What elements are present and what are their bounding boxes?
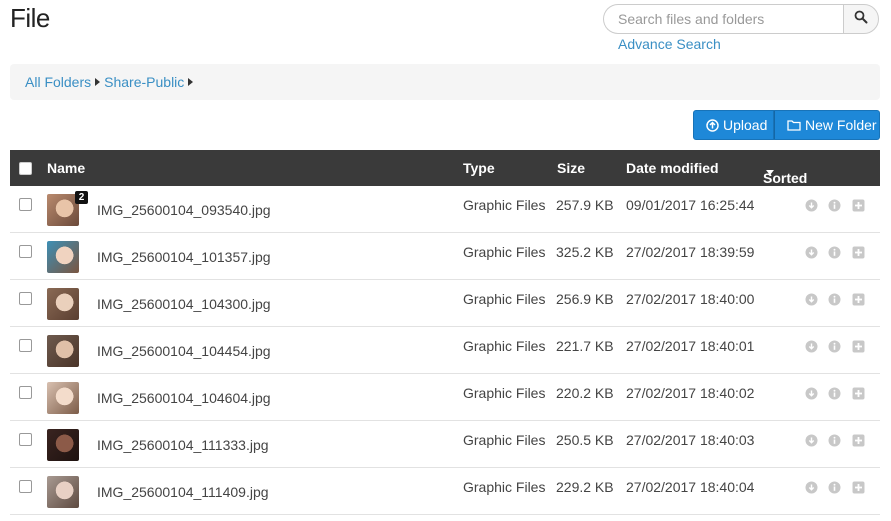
add-icon[interactable] xyxy=(851,198,865,212)
breadcrumb-all-folders[interactable]: All Folders xyxy=(25,74,91,90)
info-icon[interactable] xyxy=(827,386,841,400)
file-type: Graphic Files xyxy=(463,432,546,448)
upload-label: Upload xyxy=(723,117,768,133)
file-size: 257.9 KB xyxy=(556,197,614,213)
file-name[interactable]: IMG_25600104_111409.jpg xyxy=(97,484,269,500)
file-size: 256.9 KB xyxy=(556,291,614,307)
add-icon[interactable] xyxy=(851,292,865,306)
file-date: 09/01/2017 16:25:44 xyxy=(626,197,755,213)
download-icon[interactable] xyxy=(804,433,818,447)
info-icon[interactable] xyxy=(827,433,841,447)
row-checkbox[interactable] xyxy=(19,245,32,258)
column-header-date[interactable]: Date modified xyxy=(626,160,719,176)
info-icon[interactable] xyxy=(827,480,841,494)
file-type: Graphic Files xyxy=(463,385,546,401)
table-row[interactable]: IMG_25600104_101357.jpg Graphic Files 32… xyxy=(10,233,880,280)
file-thumbnail[interactable] xyxy=(47,476,79,508)
version-badge: 2 xyxy=(75,191,88,204)
file-type: Graphic Files xyxy=(463,197,546,213)
column-header-size[interactable]: Size xyxy=(557,160,585,176)
file-name[interactable]: IMG_25600104_104604.jpg xyxy=(97,390,271,406)
upload-button[interactable]: Upload xyxy=(693,110,774,140)
folder-icon xyxy=(787,119,801,131)
breadcrumb-separator-icon xyxy=(95,78,101,86)
info-icon[interactable] xyxy=(827,198,841,212)
add-icon[interactable] xyxy=(851,386,865,400)
column-header-name[interactable]: Name xyxy=(47,160,85,176)
advance-search-link[interactable]: Advance Search xyxy=(618,36,721,52)
file-size: 250.5 KB xyxy=(556,432,614,448)
file-date: 27/02/2017 18:40:03 xyxy=(626,432,755,448)
file-date: 27/02/2017 18:40:00 xyxy=(626,291,755,307)
file-type: Graphic Files xyxy=(463,479,546,495)
download-icon[interactable] xyxy=(804,386,818,400)
table-row[interactable]: IMG_25600104_111409.jpg Graphic Files 22… xyxy=(10,468,880,515)
select-all-checkbox[interactable] xyxy=(19,162,32,175)
file-size: 325.2 KB xyxy=(556,244,614,260)
file-name[interactable]: IMG_25600104_104300.jpg xyxy=(97,296,271,312)
table-row[interactable]: IMG_25600104_104300.jpg Graphic Files 25… xyxy=(10,280,880,327)
table-row[interactable]: IMG_25600104_104604.jpg Graphic Files 22… xyxy=(10,374,880,421)
download-icon[interactable] xyxy=(804,339,818,353)
file-date: 27/02/2017 18:39:59 xyxy=(626,244,755,260)
file-date: 27/02/2017 18:40:01 xyxy=(626,338,755,354)
table-body: 2 IMG_25600104_093540.jpg Graphic Files … xyxy=(10,186,880,515)
file-date: 27/02/2017 18:40:04 xyxy=(626,479,755,495)
search-input[interactable] xyxy=(603,4,843,34)
download-icon[interactable] xyxy=(804,480,818,494)
file-thumbnail[interactable] xyxy=(47,429,79,461)
file-date: 27/02/2017 18:40:02 xyxy=(626,385,755,401)
file-thumbnail[interactable] xyxy=(47,288,79,320)
toolbar: Upload New Folder xyxy=(693,110,880,140)
row-checkbox[interactable] xyxy=(19,292,32,305)
new-folder-label: New Folder xyxy=(805,117,877,133)
download-icon[interactable] xyxy=(804,198,818,212)
file-type: Graphic Files xyxy=(463,244,546,260)
row-checkbox[interactable] xyxy=(19,433,32,446)
row-checkbox[interactable] xyxy=(19,480,32,493)
download-icon[interactable] xyxy=(804,292,818,306)
row-checkbox[interactable] xyxy=(19,386,32,399)
info-icon[interactable] xyxy=(827,245,841,259)
file-size: 220.2 KB xyxy=(556,385,614,401)
row-checkbox[interactable] xyxy=(19,339,32,352)
file-name[interactable]: IMG_25600104_093540.jpg xyxy=(97,202,271,218)
search-bar xyxy=(603,4,879,34)
new-folder-button[interactable]: New Folder xyxy=(774,110,880,140)
info-icon[interactable] xyxy=(827,339,841,353)
page-title: File xyxy=(10,3,50,33)
search-button[interactable] xyxy=(843,4,879,34)
file-type: Graphic Files xyxy=(463,338,546,354)
breadcrumb: All Folders Share-Public xyxy=(10,64,880,100)
file-thumbnail[interactable] xyxy=(47,241,79,273)
add-icon[interactable] xyxy=(851,433,865,447)
add-icon[interactable] xyxy=(851,339,865,353)
file-size: 221.7 KB xyxy=(556,338,614,354)
file-table: Name Type Size Date modified Sorted by N… xyxy=(10,150,880,515)
table-row[interactable]: IMG_25600104_111333.jpg Graphic Files 25… xyxy=(10,421,880,468)
search-icon xyxy=(854,10,868,29)
sort-caret-icon xyxy=(766,170,774,175)
file-thumbnail[interactable] xyxy=(47,382,79,414)
table-row[interactable]: 2 IMG_25600104_093540.jpg Graphic Files … xyxy=(10,186,880,233)
add-icon[interactable] xyxy=(851,245,865,259)
file-name[interactable]: IMG_25600104_111333.jpg xyxy=(97,437,269,453)
add-icon[interactable] xyxy=(851,480,865,494)
file-type: Graphic Files xyxy=(463,291,546,307)
file-thumbnail[interactable] xyxy=(47,335,79,367)
breadcrumb-separator-icon xyxy=(188,78,194,86)
info-icon[interactable] xyxy=(827,292,841,306)
breadcrumb-share-public[interactable]: Share-Public xyxy=(104,74,184,90)
row-checkbox[interactable] xyxy=(19,198,32,211)
table-header: Name Type Size Date modified Sorted by N… xyxy=(10,150,880,218)
download-icon[interactable] xyxy=(804,245,818,259)
file-name[interactable]: IMG_25600104_101357.jpg xyxy=(97,249,271,265)
upload-icon xyxy=(706,118,719,132)
file-name[interactable]: IMG_25600104_104454.jpg xyxy=(97,343,271,359)
table-row[interactable]: IMG_25600104_104454.jpg Graphic Files 22… xyxy=(10,327,880,374)
file-size: 229.2 KB xyxy=(556,479,614,495)
column-header-type[interactable]: Type xyxy=(463,160,495,176)
